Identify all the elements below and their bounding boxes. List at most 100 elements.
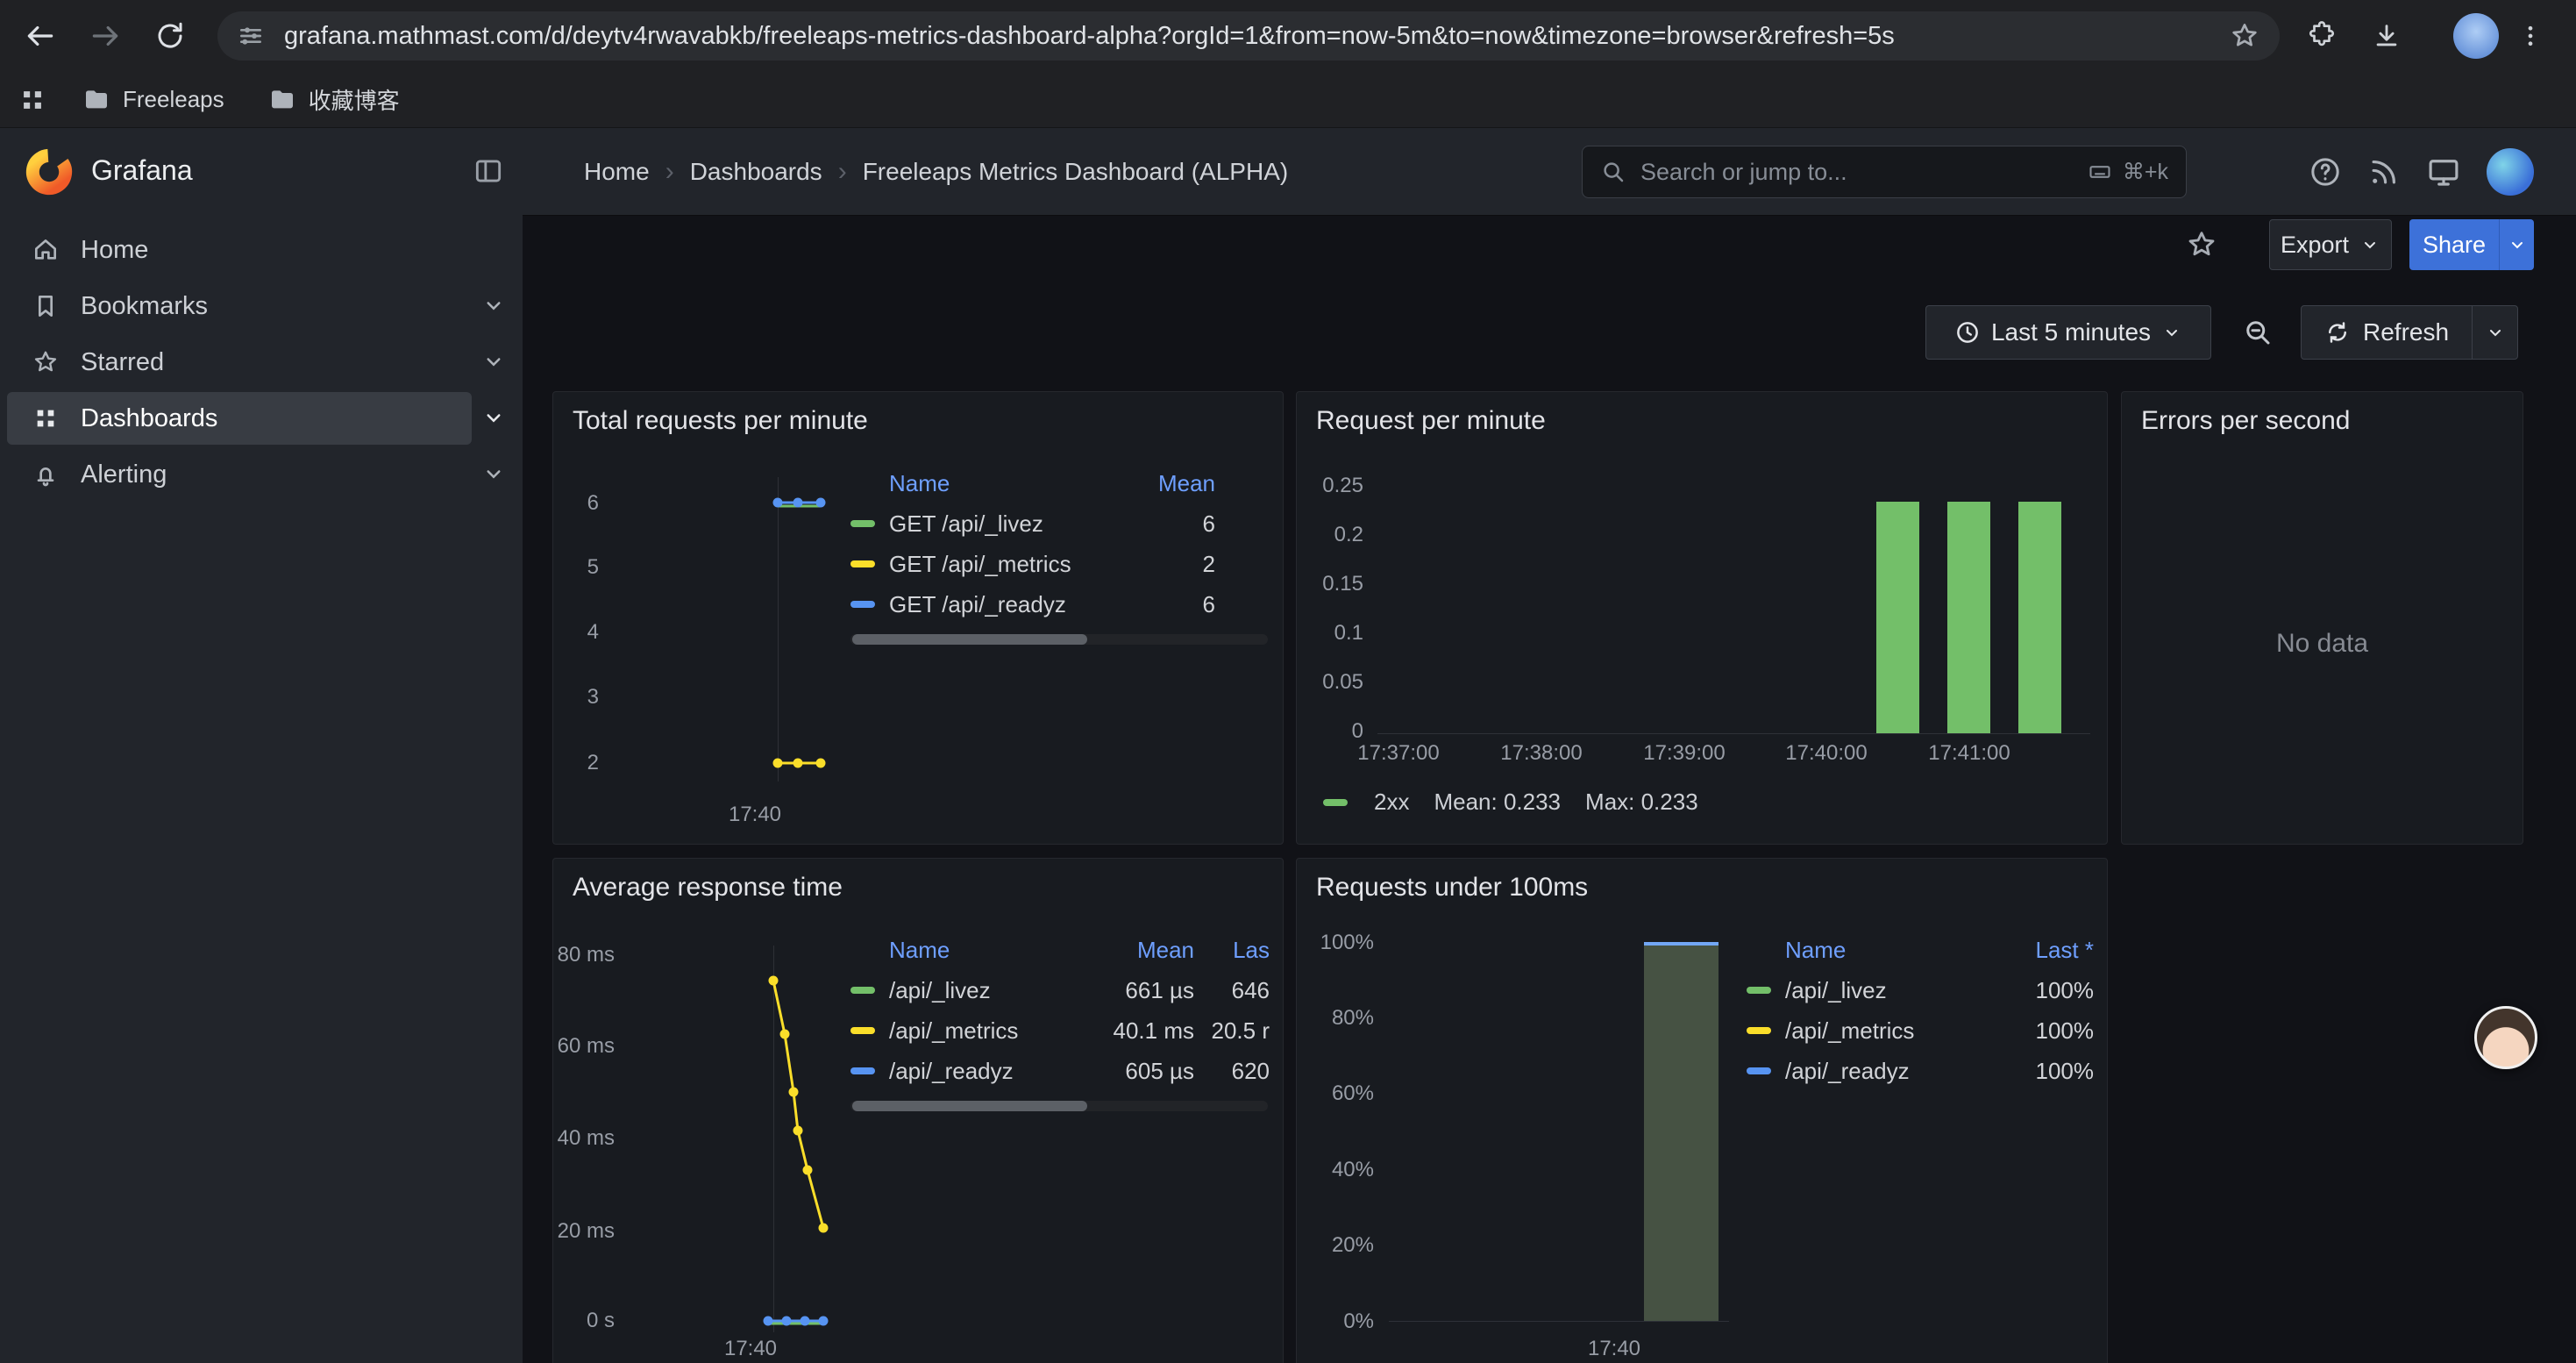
legend-scrollbar[interactable] <box>850 1101 1268 1111</box>
series-mean: 661 µs <box>1080 977 1194 1004</box>
legend-scrollbar[interactable] <box>850 634 1268 645</box>
bar-plot <box>1389 943 1729 1322</box>
bar-2xx <box>1876 502 1919 733</box>
chevron-down-icon[interactable] <box>480 292 507 318</box>
zoom-out-button[interactable] <box>2231 305 2285 360</box>
refresh-interval-button[interactable] <box>2472 306 2517 359</box>
legend-row[interactable]: /api/_livez 100% <box>1747 971 2094 1010</box>
chevron-down-icon[interactable] <box>480 404 507 431</box>
favorite-star-icon[interactable] <box>2185 228 2218 261</box>
forward-button[interactable] <box>77 8 133 64</box>
legend-col-name[interactable]: Name <box>889 470 1136 497</box>
help-icon[interactable] <box>2308 154 2343 189</box>
legend-row[interactable]: /api/_metrics 40.1 ms 20.5 r <box>850 1011 1270 1050</box>
profile-avatar[interactable] <box>2453 13 2499 59</box>
reload-icon <box>154 20 186 52</box>
back-button[interactable] <box>12 8 68 64</box>
chevron-down-icon[interactable] <box>480 460 507 487</box>
panel-title[interactable]: Errors per second <box>2141 406 2350 436</box>
y-tick: 0.15 <box>1304 572 1363 596</box>
series-name[interactable]: 2xx <box>1374 789 1409 816</box>
bookmark-label: Freeleaps <box>123 86 224 113</box>
grafana-logo[interactable] <box>25 147 74 196</box>
y-tick: 60% <box>1304 1081 1374 1106</box>
panel-errors-per-second: Errors per second No data <box>2121 391 2523 845</box>
download-icon <box>2372 21 2402 51</box>
dashboards-icon <box>32 404 60 432</box>
floating-avatar[interactable] <box>2474 1006 2537 1069</box>
panel-title[interactable]: Total requests per minute <box>573 406 868 436</box>
export-button[interactable]: Export <box>2269 219 2392 270</box>
rss-icon[interactable] <box>2367 155 2401 189</box>
sidebar-item-label: Alerting <box>81 460 167 489</box>
breadcrumb-dashboards[interactable]: Dashboards <box>690 158 822 186</box>
apps-grid-icon[interactable] <box>18 85 47 115</box>
chevron-down-icon[interactable] <box>480 348 507 375</box>
legend-row[interactable]: /api/_readyz 605 µs 620 <box>850 1052 1270 1090</box>
site-info-icon[interactable] <box>237 22 265 50</box>
extensions-button[interactable] <box>2294 8 2350 64</box>
legend-row[interactable]: /api/_livez 661 µs 646 <box>850 971 1270 1010</box>
sidebar-item-label: Dashboards <box>81 404 217 433</box>
legend-row[interactable]: /api/_metrics 100% <box>1747 1011 2094 1050</box>
refresh-icon <box>2324 319 2351 346</box>
sidebar-item-starred[interactable]: Starred <box>0 336 523 389</box>
series-last: 646 <box>1194 977 1270 1004</box>
timeseries-plot <box>611 477 839 781</box>
sidebar-collapse-icon[interactable] <box>472 154 505 188</box>
sidebar-item-dashboards[interactable]: Dashboards <box>0 392 523 445</box>
search-input[interactable]: Search or jump to... ⌘+k <box>1582 146 2187 198</box>
y-tick: 100% <box>1304 931 1374 955</box>
browser-toolbar: grafana.mathmast.com/d/deytv4rwavabkb/fr… <box>0 0 2576 72</box>
url-bar[interactable]: grafana.mathmast.com/d/deytv4rwavabkb/fr… <box>217 11 2280 61</box>
share-button[interactable]: Share <box>2409 219 2499 270</box>
legend-row[interactable]: GET /api/_metrics 2 <box>850 545 1264 583</box>
sidebar-item-alerting[interactable]: Alerting <box>0 448 523 501</box>
scrollbar-thumb[interactable] <box>852 634 1087 645</box>
monitor-icon[interactable] <box>2425 153 2462 190</box>
x-tick: 17:41:00 <box>1928 741 2010 766</box>
x-tick: 17:39:00 <box>1643 741 1725 766</box>
legend-col-mean[interactable]: Mean <box>1136 470 1215 497</box>
legend-col-last[interactable]: Las <box>1194 937 1270 964</box>
legend-row[interactable]: GET /api/_readyz 6 <box>850 585 1264 624</box>
sidebar-item-bookmarks[interactable]: Bookmarks <box>0 280 523 332</box>
y-tick: 80 ms <box>557 943 615 967</box>
series-name: /api/_readyz <box>889 1058 1080 1085</box>
legend-col-name[interactable]: Name <box>889 937 1080 964</box>
panel-title[interactable]: Request per minute <box>1316 406 1546 436</box>
refresh-button[interactable]: Refresh <box>2302 306 2472 359</box>
legend-col-mean[interactable]: Mean <box>1080 937 1194 964</box>
user-avatar[interactable] <box>2487 148 2534 196</box>
x-tick: 17:40 <box>1588 1337 1640 1361</box>
breadcrumb-home[interactable]: Home <box>584 158 650 186</box>
breadcrumb-current: Freeleaps Metrics Dashboard (ALPHA) <box>863 158 1289 186</box>
panel-title[interactable]: Average response time <box>573 873 843 903</box>
reload-button[interactable] <box>142 8 198 64</box>
scrollbar-thumb[interactable] <box>852 1101 1087 1111</box>
y-tick: 80% <box>1304 1006 1374 1031</box>
y-tick: 0.25 <box>1304 474 1363 498</box>
chevron-down-icon <box>2359 234 2380 255</box>
browser-menu-button[interactable] <box>2502 8 2558 64</box>
series-swatch <box>1747 1067 1771 1074</box>
y-tick: 40 ms <box>557 1126 615 1151</box>
time-range-picker[interactable]: Last 5 minutes <box>1925 305 2211 360</box>
series-name: /api/_metrics <box>889 1017 1080 1045</box>
legend-col-last[interactable]: Last * <box>1997 937 2094 964</box>
sidebar-item-label: Starred <box>81 348 164 377</box>
panel-title[interactable]: Requests under 100ms <box>1316 873 1588 903</box>
legend-col-name[interactable]: Name <box>1785 937 1997 964</box>
share-menu-button[interactable] <box>2499 219 2534 270</box>
series-name: /api/_livez <box>1785 977 1997 1004</box>
bookmark-item[interactable]: Freeleaps <box>74 81 233 119</box>
legend-row[interactable]: GET /api/_livez 6 <box>850 504 1264 543</box>
downloads-button[interactable] <box>2359 8 2415 64</box>
bookmark-star-icon[interactable] <box>2229 20 2260 52</box>
bookmark-item[interactable]: 收藏博客 <box>260 78 409 121</box>
legend-row[interactable]: /api/_readyz 100% <box>1747 1052 2094 1090</box>
time-range-label: Last 5 minutes <box>1991 318 2151 346</box>
sidebar-item-home[interactable]: Home <box>0 224 523 276</box>
y-tick: 20 ms <box>557 1219 615 1244</box>
series-mean: 2 <box>1136 551 1215 578</box>
